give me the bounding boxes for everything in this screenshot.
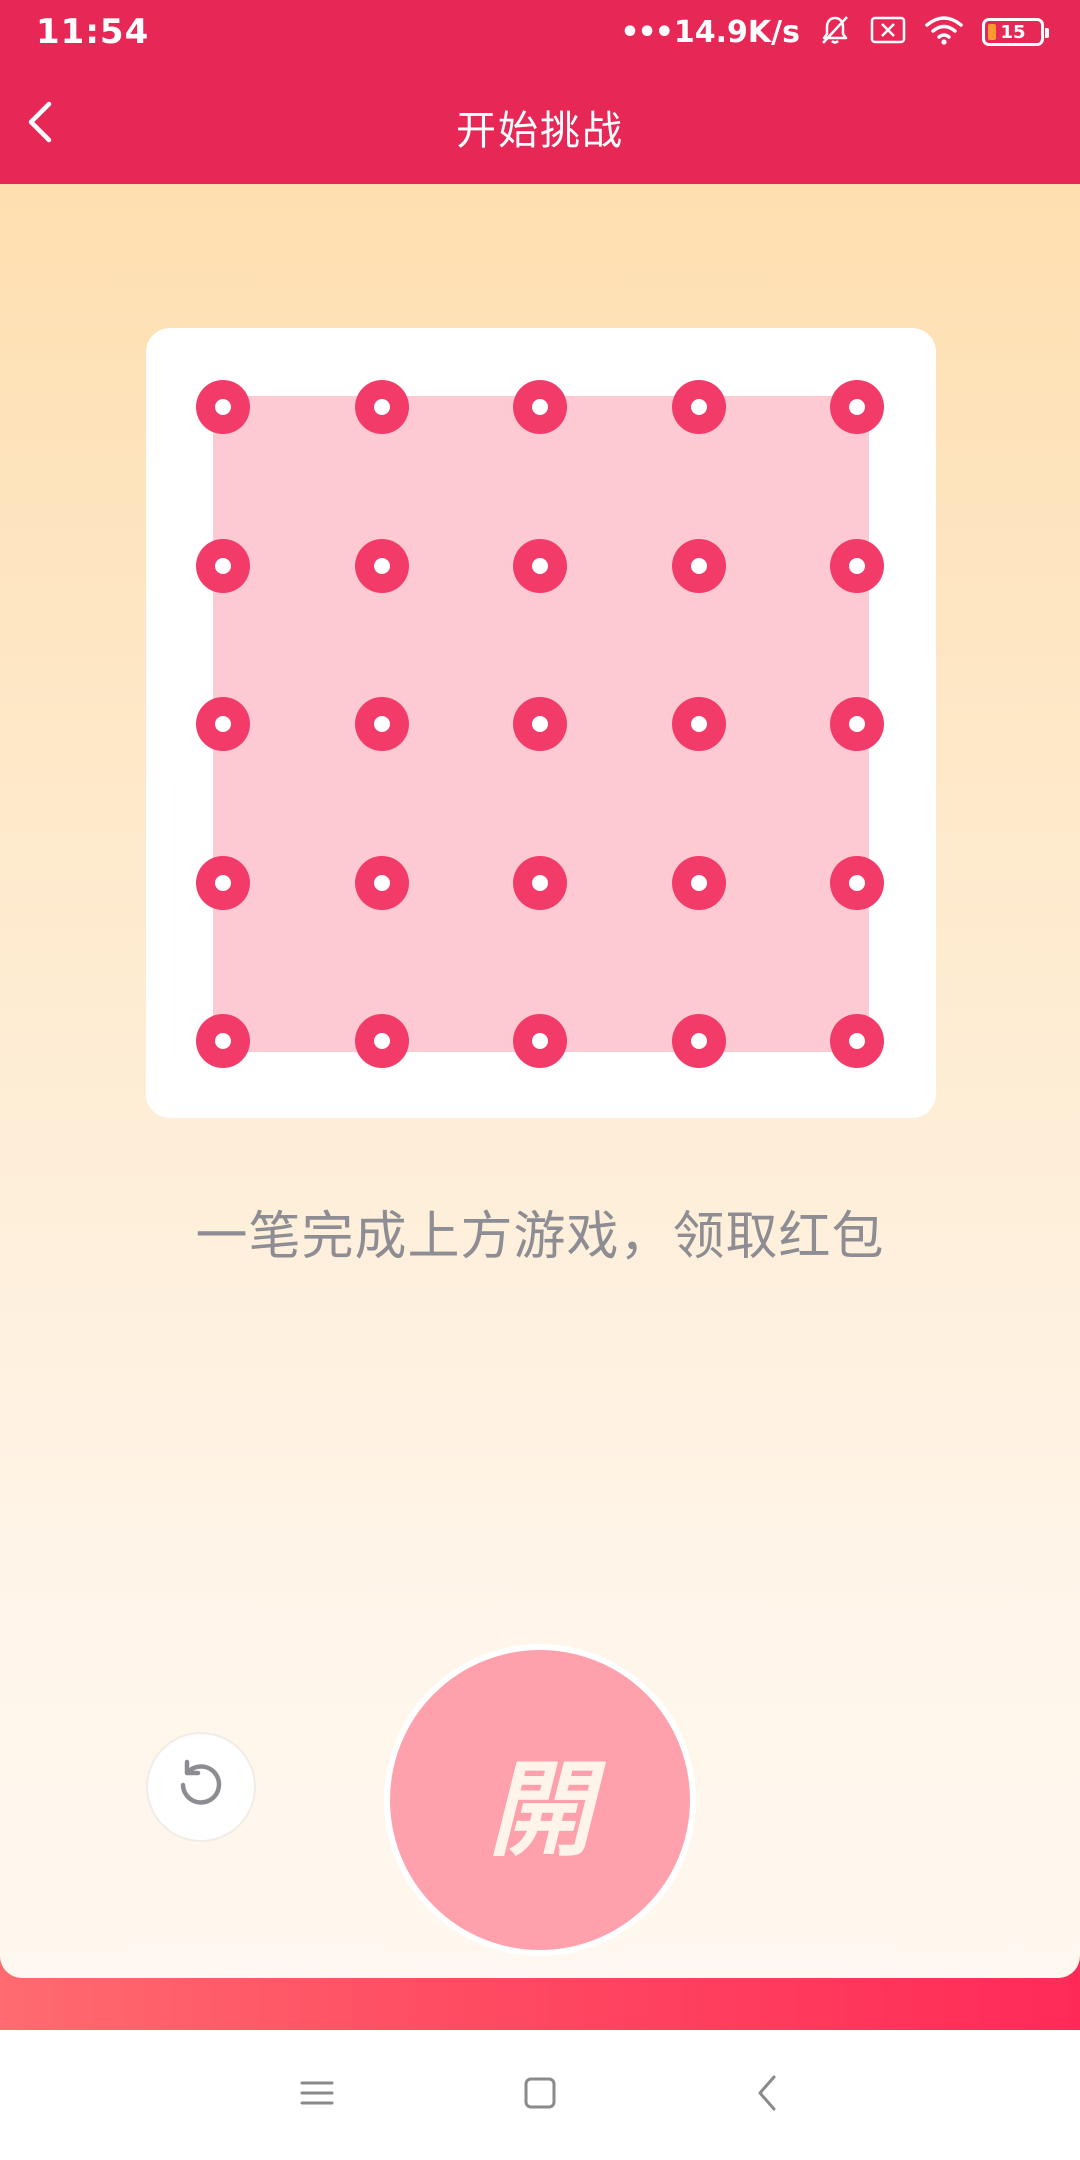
battery-level: 15: [1000, 21, 1026, 43]
nav-back-button[interactable]: [737, 2065, 797, 2125]
grid-dot[interactable]: [513, 380, 567, 434]
grid-dot[interactable]: [830, 538, 884, 593]
menu-icon: [299, 2078, 335, 2112]
open-label: 開: [487, 1747, 592, 1871]
reset-button[interactable]: [146, 1732, 256, 1842]
status-bar: 11:54 •••14.9K/s 15: [0, 0, 1080, 64]
grid-dot[interactable]: [830, 697, 884, 751]
open-button[interactable]: 開: [384, 1644, 696, 1956]
network-speed: •••14.9K/s: [620, 15, 800, 50]
grid-dot[interactable]: [513, 538, 567, 593]
battery-level-fill: [988, 24, 996, 40]
network-speed-value: 14.9K/s: [673, 14, 800, 50]
grid-dot[interactable]: [830, 380, 884, 434]
grid-dot[interactable]: [354, 855, 409, 910]
system-nav-bar: [0, 2030, 1080, 2160]
header: 开始挑战: [0, 64, 1080, 184]
grid-dot[interactable]: [196, 697, 250, 751]
status-time: 11:54: [36, 12, 150, 52]
grid-dot[interactable]: [354, 1014, 409, 1068]
grid-dot[interactable]: [671, 538, 726, 593]
wifi-icon: [924, 14, 964, 50]
grid-dot[interactable]: [671, 1014, 726, 1068]
grid-dot[interactable]: [196, 1014, 250, 1068]
bell-muted-icon: [818, 13, 852, 51]
refresh-icon: [170, 1754, 232, 1820]
grid-dot[interactable]: [671, 380, 726, 434]
page-title: 开始挑战: [456, 108, 624, 154]
grid-dot[interactable]: [513, 855, 567, 910]
grid-dot[interactable]: [513, 697, 567, 751]
back-icon: [755, 2073, 779, 2117]
main-content: 一笔完成上方游戏，领取红包 開: [0, 184, 1080, 1978]
grid-dot[interactable]: [354, 538, 409, 593]
instruction-text: 一笔完成上方游戏，领取红包: [195, 1207, 885, 1267]
grid-dot[interactable]: [830, 1014, 884, 1068]
grid-dot[interactable]: [196, 855, 250, 910]
nav-menu-button[interactable]: [287, 2065, 347, 2125]
grid-dot[interactable]: [671, 855, 726, 910]
grid-dot[interactable]: [354, 380, 409, 434]
battery-icon: 15: [982, 18, 1049, 46]
status-icons: •••14.9K/s 15: [620, 10, 1049, 54]
grid-dot[interactable]: [354, 697, 409, 751]
home-icon: [522, 2075, 558, 2115]
grid-dot[interactable]: [830, 855, 884, 910]
app-screen: 11:54 •••14.9K/s 15 开始挑战 一笔完成上方游戏，领取红包 開: [0, 0, 1080, 2160]
more-dots-icon: •••: [620, 14, 674, 50]
grid-dot[interactable]: [513, 1014, 567, 1068]
grid-dot[interactable]: [196, 538, 250, 593]
grid-dot[interactable]: [196, 380, 250, 434]
game-card: [146, 328, 936, 1118]
grid-dot[interactable]: [671, 697, 726, 751]
nav-home-button[interactable]: [510, 2065, 570, 2125]
sim-x-icon: [870, 15, 906, 49]
